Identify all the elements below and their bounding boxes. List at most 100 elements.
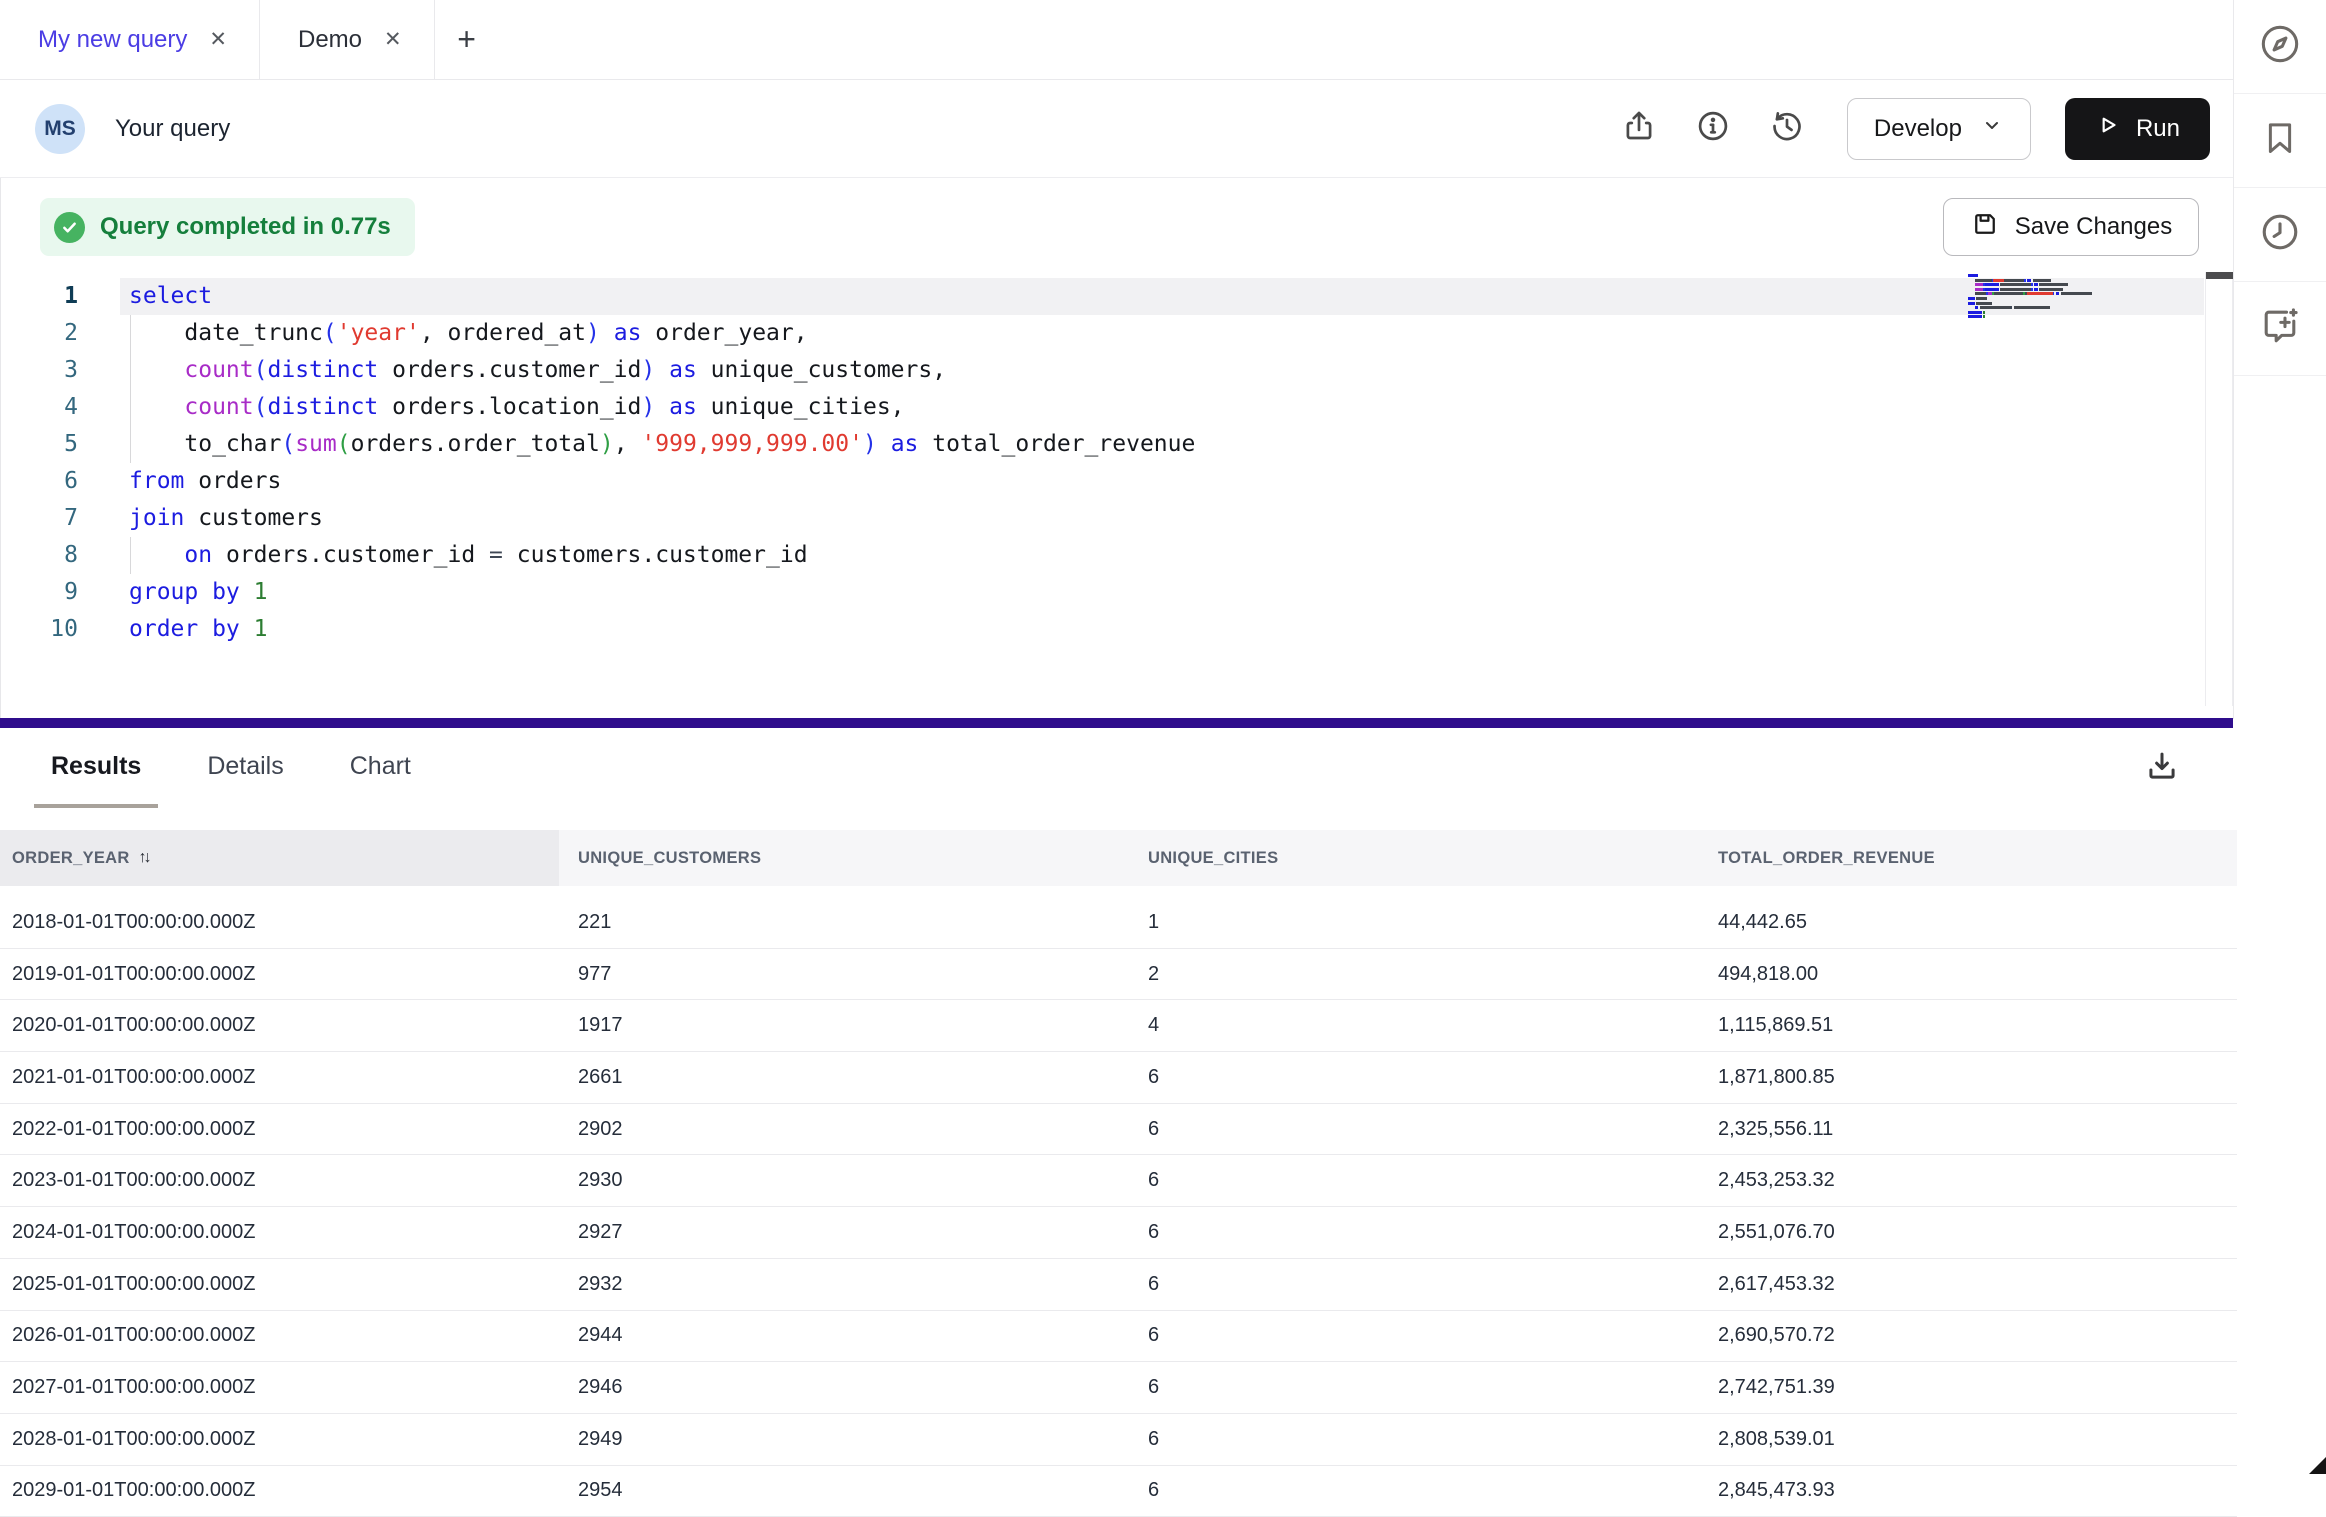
table-cell: 977	[559, 963, 1129, 986]
document-tab-my-new-query[interactable]: My new query✕	[0, 0, 260, 79]
info-button[interactable]	[1693, 109, 1733, 149]
code-lines: 1select2 date_trunc('year', ordered_at) …	[0, 278, 2233, 648]
code-line: 9group by 1	[0, 574, 2233, 611]
line-number: 10	[0, 611, 78, 648]
table-cell: 221	[559, 911, 1129, 934]
table-row: 2024-01-01T00:00:00.000Z292762,551,076.7…	[0, 1207, 2237, 1259]
table-cell: 2,325,556.11	[1699, 1118, 2237, 1141]
code-line: 5 to_char(sum(orders.order_total), '999,…	[0, 426, 2233, 463]
table-cell: 1,871,800.85	[1699, 1066, 2237, 1089]
minimap-line	[1968, 297, 2092, 300]
table-cell: 2,551,076.70	[1699, 1221, 2237, 1244]
code-line: 1select	[0, 278, 2233, 315]
table-row: 2021-01-01T00:00:00.000Z266161,871,800.8…	[0, 1052, 2237, 1104]
editor-scrollbar-thumb[interactable]	[2206, 272, 2233, 279]
table-cell: 2930	[559, 1169, 1129, 1192]
save-changes-label: Save Changes	[2015, 213, 2172, 241]
history-panel-button[interactable]	[2234, 188, 2326, 282]
table-cell: 6	[1129, 1324, 1699, 1347]
pane-divider[interactable]	[0, 718, 2233, 728]
code-line-text: count(distinct orders.location_id) as un…	[78, 389, 905, 426]
run-button[interactable]: Run	[2065, 98, 2210, 160]
table-row: 2025-01-01T00:00:00.000Z293262,617,453.3…	[0, 1259, 2237, 1311]
table-row: 2019-01-01T00:00:00.000Z9772494,818.00	[0, 949, 2237, 1001]
line-number: 7	[0, 500, 78, 537]
table-cell: 2661	[559, 1066, 1129, 1089]
success-check-icon	[54, 212, 85, 243]
clock-icon	[2258, 210, 2302, 259]
table-cell: 2023-01-01T00:00:00.000Z	[0, 1169, 559, 1192]
minimap-line	[1968, 315, 2092, 318]
table-cell: 44,442.65	[1699, 911, 2237, 934]
results-tab-chart[interactable]: Chart	[333, 728, 428, 808]
code-line-text: group by 1	[78, 574, 268, 611]
minimap-line	[1968, 283, 2092, 286]
table-cell: 2949	[559, 1428, 1129, 1451]
table-cell: 6	[1129, 1221, 1699, 1244]
ai-assistant-button[interactable]	[2234, 282, 2326, 376]
line-number: 4	[0, 389, 78, 426]
document-tab-label: Demo	[298, 26, 362, 54]
close-icon[interactable]: ✕	[205, 25, 231, 54]
column-header-unique_customers[interactable]: UNIQUE_CUSTOMERS	[559, 830, 1129, 886]
new-tab-button[interactable]: +	[435, 0, 499, 79]
line-number: 2	[0, 315, 78, 352]
table-cell: 1	[1129, 911, 1699, 934]
close-icon[interactable]: ✕	[380, 25, 406, 54]
column-header-order_year[interactable]: ORDER_YEAR↑↓	[0, 830, 559, 886]
results-table-header: ORDER_YEAR↑↓UNIQUE_CUSTOMERSUNIQUE_CITIE…	[0, 830, 2237, 886]
results-tab-details[interactable]: Details	[190, 728, 300, 808]
sql-editor[interactable]: 1select2 date_trunc('year', ordered_at) …	[0, 262, 2233, 718]
save-changes-button[interactable]: Save Changes	[1943, 198, 2199, 256]
table-row: 2029-01-01T00:00:00.000Z295462,845,473.9…	[0, 1466, 2237, 1517]
minimap-line	[1968, 292, 2092, 295]
line-number: 8	[0, 537, 78, 574]
code-line-text: date_trunc('year', ordered_at) as order_…	[78, 315, 808, 352]
download-results-button[interactable]	[2140, 746, 2184, 790]
table-cell: 2927	[559, 1221, 1129, 1244]
table-cell: 2944	[559, 1324, 1129, 1347]
column-header-unique_cities[interactable]: UNIQUE_CITIES	[1129, 830, 1699, 886]
table-cell: 6	[1129, 1169, 1699, 1192]
download-icon	[2143, 747, 2181, 790]
table-row: 2027-01-01T00:00:00.000Z294662,742,751.3…	[0, 1362, 2237, 1414]
minimap-line	[1968, 302, 2092, 305]
editor-scrollbar-track[interactable]	[2205, 272, 2233, 706]
code-line: 6from orders	[0, 463, 2233, 500]
right-icon-rail	[2233, 0, 2326, 719]
editor-minimap[interactable]	[1968, 274, 2092, 320]
develop-button[interactable]: Develop	[1847, 98, 2031, 160]
line-number: 3	[0, 352, 78, 389]
explore-compass-button[interactable]	[2234, 0, 2326, 94]
table-cell: 1,115,869.51	[1699, 1014, 2237, 1037]
resize-corner-handle[interactable]	[2309, 1457, 2326, 1474]
table-row: 2018-01-01T00:00:00.000Z221144,442.65	[0, 897, 2237, 949]
floppy-icon	[1970, 209, 2000, 246]
play-icon	[2095, 112, 2121, 145]
table-cell: 2,617,453.32	[1699, 1273, 2237, 1296]
table-cell: 2022-01-01T00:00:00.000Z	[0, 1118, 559, 1141]
document-tab-demo[interactable]: Demo ✕	[260, 0, 435, 79]
table-cell: 2902	[559, 1118, 1129, 1141]
table-row: 2026-01-01T00:00:00.000Z294462,690,570.7…	[0, 1311, 2237, 1363]
avatar: MS	[35, 104, 85, 154]
code-line-text: on orders.customer_id = customers.custom…	[78, 537, 808, 574]
version-history-button[interactable]	[1767, 109, 1807, 149]
bookmarks-button[interactable]	[2234, 94, 2326, 188]
table-cell: 1917	[559, 1014, 1129, 1037]
share-button[interactable]	[1619, 109, 1659, 149]
chevron-down-icon	[1980, 113, 2004, 144]
line-number: 5	[0, 426, 78, 463]
query-header: MS Your query	[0, 80, 2233, 178]
results-tab-results[interactable]: Results	[34, 728, 158, 808]
table-cell: 6	[1129, 1118, 1699, 1141]
share-icon	[1621, 108, 1657, 149]
table-cell: 2026-01-01T00:00:00.000Z	[0, 1324, 559, 1347]
table-cell: 2018-01-01T00:00:00.000Z	[0, 911, 559, 934]
table-cell: 2027-01-01T00:00:00.000Z	[0, 1376, 559, 1399]
column-header-total_order_revenue[interactable]: TOTAL_ORDER_REVENUE	[1699, 830, 2237, 886]
info-icon	[1695, 108, 1731, 149]
history-icon	[1769, 108, 1805, 149]
code-line-text: count(distinct orders.customer_id) as un…	[78, 352, 946, 389]
table-cell: 2019-01-01T00:00:00.000Z	[0, 963, 559, 986]
